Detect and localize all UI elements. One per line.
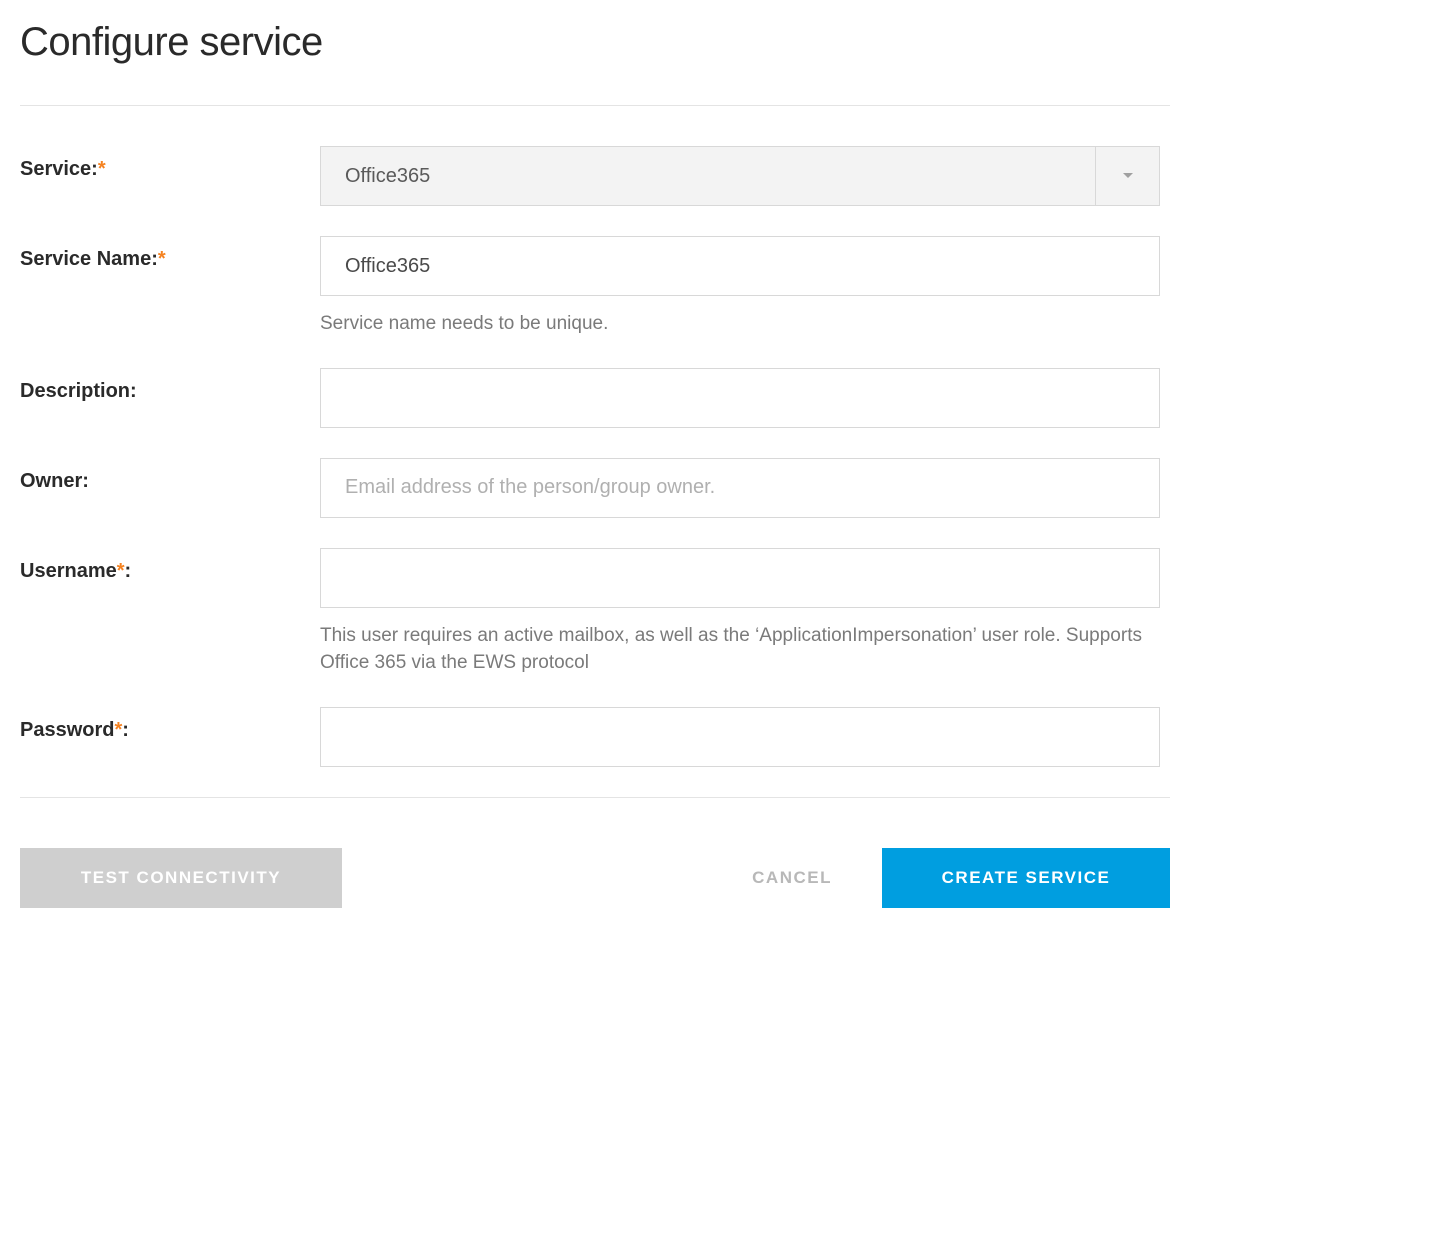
row-username: Username*: This user requires an active … <box>20 548 1170 677</box>
label-service: Service:* <box>20 146 320 181</box>
required-mark: * <box>98 158 106 180</box>
label-password-colon: : <box>122 719 129 741</box>
label-service-text: Service: <box>20 158 98 180</box>
service-name-input[interactable] <box>320 236 1160 296</box>
required-mark: * <box>158 248 166 270</box>
description-input[interactable] <box>320 368 1160 428</box>
label-owner: Owner: <box>20 458 320 493</box>
row-password: Password*: <box>20 707 1170 767</box>
owner-input[interactable] <box>320 458 1160 518</box>
row-owner: Owner: <box>20 458 1170 518</box>
cancel-button[interactable]: CANCEL <box>742 848 842 908</box>
label-password: Password*: <box>20 707 320 742</box>
username-input[interactable] <box>320 548 1160 608</box>
label-password-text: Password <box>20 719 114 741</box>
required-mark: * <box>117 560 125 582</box>
button-row: TEST CONNECTIVITY CANCEL CREATE SERVICE <box>20 848 1170 908</box>
top-divider <box>20 105 1170 106</box>
label-description: Description: <box>20 368 320 403</box>
page-title: Configure service <box>20 20 1170 65</box>
row-service-name: Service Name:* Service name needs to be … <box>20 236 1170 338</box>
chevron-down-icon <box>1095 147 1159 205</box>
service-name-help: Service name needs to be unique. <box>320 310 1160 338</box>
service-dropdown-value: Office365 <box>321 165 1095 188</box>
label-username-colon: : <box>125 560 132 582</box>
label-service-name-text: Service Name: <box>20 248 158 270</box>
label-username-text: Username <box>20 560 117 582</box>
label-service-name: Service Name:* <box>20 236 320 271</box>
password-input[interactable] <box>320 707 1160 767</box>
row-description: Description: <box>20 368 1170 428</box>
test-connectivity-button[interactable]: TEST CONNECTIVITY <box>20 848 342 908</box>
service-dropdown[interactable]: Office365 <box>320 146 1160 206</box>
username-help: This user requires an active mailbox, as… <box>320 622 1160 677</box>
create-service-button[interactable]: CREATE SERVICE <box>882 848 1170 908</box>
bottom-divider <box>20 797 1170 798</box>
label-username: Username*: <box>20 548 320 583</box>
row-service: Service:* Office365 <box>20 146 1170 206</box>
